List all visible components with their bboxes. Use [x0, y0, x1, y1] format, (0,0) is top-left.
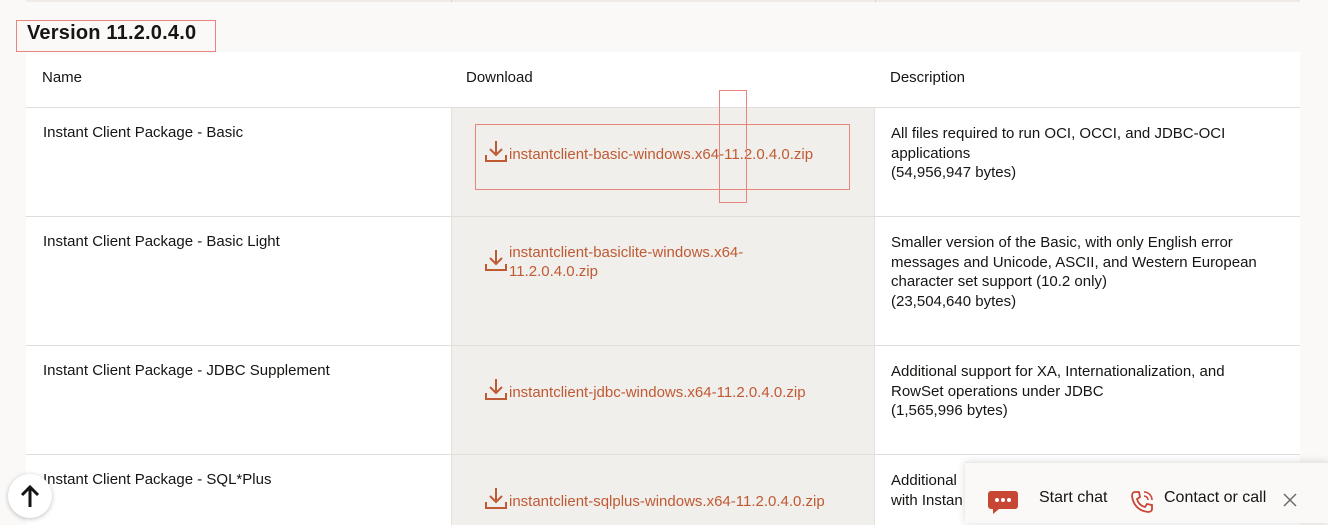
start-chat-button[interactable]: Start chat [1039, 489, 1107, 507]
phone-icon[interactable] [1129, 489, 1155, 515]
download-icon[interactable] [483, 485, 509, 511]
download-icon[interactable] [483, 376, 509, 402]
package-name: Instant Client Package - Basic Light [43, 233, 280, 250]
downloads-table: Name Download Description Instant Client… [26, 52, 1300, 525]
table-row: Instant Client Package - JDBC Supplement… [26, 346, 1300, 455]
x64-highlight-box [719, 90, 747, 203]
chat-icon[interactable] [987, 489, 1019, 515]
table-row: Instant Client Package - Basic Light ins… [26, 217, 1300, 346]
header-name: Name [42, 69, 83, 86]
download-link-jdbc[interactable]: instantclient-jdbc-windows.x64-11.2.0.4.… [509, 383, 839, 402]
chat-panel: Start chat Contact or call [965, 462, 1328, 523]
package-name: Instant Client Package - JDBC Supplement [43, 362, 330, 379]
package-description: Smaller version of the Basic, with only … [891, 234, 1257, 310]
contact-or-call-button[interactable]: Contact or call [1164, 489, 1266, 507]
package-description: All files required to run OCI, OCCI, and… [891, 125, 1226, 181]
header-download: Download [466, 69, 533, 86]
arrow-up-icon [20, 484, 40, 507]
close-icon[interactable] [1283, 493, 1297, 507]
table-header-row: Name Download Description [26, 52, 1300, 108]
download-link-basiclite[interactable]: instantclient-basiclite-windows.x64- 11.… [509, 243, 809, 281]
download-icon[interactable] [483, 247, 509, 273]
version-title: Version 11.2.0.4.0 [27, 22, 197, 44]
package-name: Instant Client Package - Basic [43, 124, 244, 141]
package-description: Additional support for XA, International… [891, 363, 1225, 419]
header-description: Description [890, 69, 966, 86]
table-top-edge [26, 0, 1300, 2]
scroll-to-top-button[interactable] [8, 474, 52, 518]
download-link-sqlplus[interactable]: instantclient-sqlplus-windows.x64-11.2.0… [509, 492, 849, 511]
package-name: Instant Client Package - SQL*Plus [43, 471, 272, 488]
link-highlight-box [475, 124, 850, 190]
